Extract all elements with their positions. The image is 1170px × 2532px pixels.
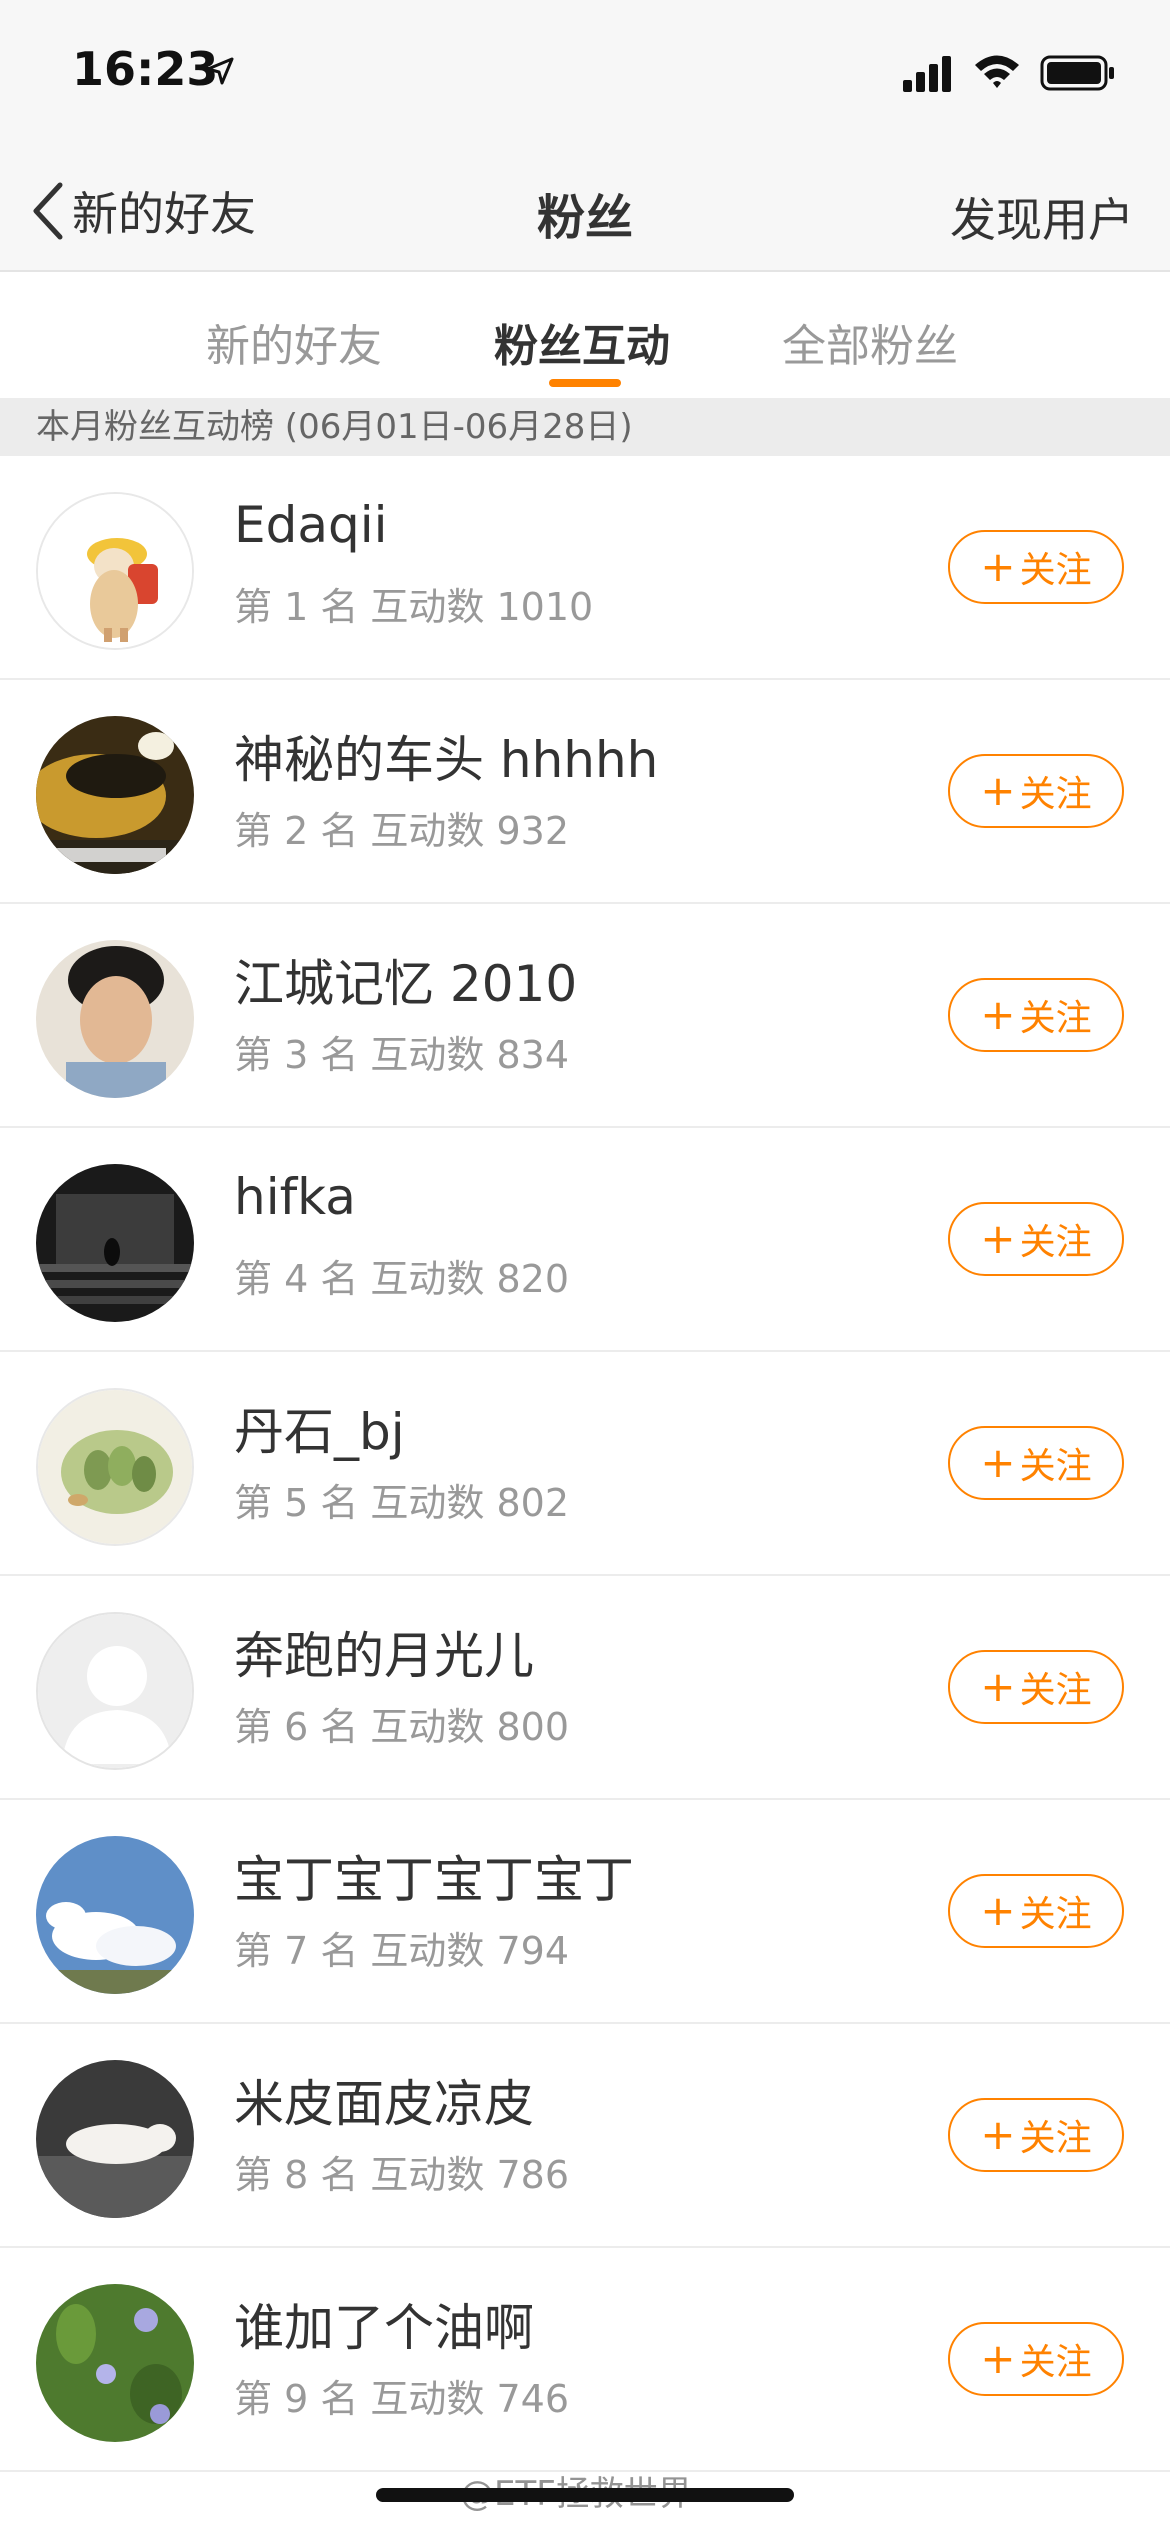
avatar[interactable] [36,2284,194,2442]
plus-icon: + [980,1886,1016,1935]
follow-label: 关注 [1019,1670,1092,1711]
fan-row[interactable]: 谁加了个油啊 第 9 名 互动数 746 + 关注 [0,2248,1170,2472]
avatar[interactable] [36,492,194,650]
follow-button[interactable]: + 关注 [948,2322,1124,2396]
default-user-avatar-icon [38,1614,192,1768]
plus-icon: + [980,1214,1016,1263]
avatar[interactable] [36,716,194,874]
avatar[interactable] [36,1612,194,1770]
fan-rank: 第 6 名 互动数 800 [234,1705,570,1749]
fan-row[interactable]: 奔跑的月光儿 第 6 名 互动数 800 + 关注 [0,1576,1170,1800]
fan-row[interactable]: hifka 第 4 名 互动数 820 + 关注 [0,1128,1170,1352]
fan-name[interactable]: Edaqii [234,496,388,554]
fan-name[interactable]: hifka [234,1168,356,1226]
location-arrow-icon [206,57,234,85]
fan-rank: 第 1 名 互动数 1010 [234,585,594,629]
fan-rank: 第 4 名 互动数 820 [234,1257,570,1301]
follow-label: 关注 [1019,1446,1092,1487]
follow-button[interactable]: + 关注 [948,1202,1124,1276]
avatar[interactable] [36,1836,194,1994]
avatar-portrait-image [36,940,194,1098]
follow-button[interactable]: + 关注 [948,1874,1124,1948]
fan-name[interactable]: 奔跑的月光儿 [234,1616,534,1688]
avatar-cat-image [38,494,192,648]
fan-list: Edaqii 第 1 名 互动数 1010 + 关注 神秘的车头 hhhhh 第… [0,456,1170,2472]
follow-button[interactable]: + 关注 [948,754,1124,828]
fan-row[interactable]: 米皮面皮凉皮 第 8 名 互动数 786 + 关注 [0,2024,1170,2248]
cellular-signal-icon [903,56,951,92]
follow-label: 关注 [1019,2118,1092,2159]
fan-name[interactable]: 神秘的车头 hhhhh [234,720,658,792]
fan-rank: 第 2 名 互动数 932 [234,809,570,853]
plus-icon: + [980,766,1016,815]
follow-button[interactable]: + 关注 [948,1426,1124,1500]
plus-icon: + [980,1438,1016,1487]
fan-rank: 第 8 名 互动数 786 [234,2153,570,2197]
fan-name[interactable]: 丹石_bj [234,1392,405,1464]
fan-rank: 第 5 名 互动数 802 [234,1481,570,1525]
avatar-flowers-image [36,2284,194,2442]
follow-label: 关注 [1019,774,1092,815]
plus-icon: + [980,2334,1016,2383]
fan-row[interactable]: 神秘的车头 hhhhh 第 2 名 互动数 932 + 关注 [0,680,1170,904]
fan-name[interactable]: 宝丁宝丁宝丁宝丁 [234,1840,634,1912]
status-bar: 16:23 [0,0,1170,148]
follow-button[interactable]: + 关注 [948,2098,1124,2172]
follow-button[interactable]: + 关注 [948,1650,1124,1724]
tab-all-fans[interactable]: 全部粉丝 [782,310,958,374]
fan-row[interactable]: 丹石_bj 第 5 名 互动数 802 + 关注 [0,1352,1170,1576]
follow-button[interactable]: + 关注 [948,978,1124,1052]
avatar-sky-image [36,1836,194,1994]
fan-name[interactable]: 米皮面皮凉皮 [234,2064,534,2136]
section-header: 本月粉丝互动榜 (06月01日-06月28日) [0,398,1170,456]
fan-rank: 第 7 名 互动数 794 [234,1929,570,1973]
follow-label: 关注 [1019,550,1092,591]
fan-rank: 第 9 名 互动数 746 [234,2377,570,2421]
tab-fan-interaction[interactable]: 粉丝互动 [494,310,670,374]
follow-label: 关注 [1019,1222,1092,1263]
plus-icon: + [980,542,1016,591]
plus-icon: + [980,2110,1016,2159]
avatar[interactable] [36,1388,194,1546]
follow-label: 关注 [1019,1894,1092,1935]
follow-label: 关注 [1019,998,1092,1039]
follow-button[interactable]: + 关注 [948,530,1124,604]
tab-new-friends[interactable]: 新的好友 [206,310,382,374]
home-indicator [376,2488,794,2502]
follow-label: 关注 [1019,2342,1092,2383]
discover-users-button[interactable]: 发现用户 [950,184,1134,250]
fan-row[interactable]: Edaqii 第 1 名 互动数 1010 + 关注 [0,456,1170,680]
wifi-icon [975,55,1019,88]
avatar-white-dog-image [36,2060,194,2218]
avatar-food-illustration-image [38,1390,192,1544]
fan-rank: 第 3 名 互动数 834 [234,1033,570,1077]
status-time: 16:23 [72,42,219,96]
tab-bar: 新的好友 粉丝互动 全部粉丝 [0,272,1170,396]
avatar[interactable] [36,1164,194,1322]
avatar[interactable] [36,2060,194,2218]
fan-name[interactable]: 江城记忆 2010 [234,944,577,1016]
fan-row[interactable]: 江城记忆 2010 第 3 名 互动数 834 + 关注 [0,904,1170,1128]
active-tab-indicator [549,379,621,387]
plus-icon: + [980,1662,1016,1711]
battery-icon [1040,55,1114,91]
avatar-bee-image [36,716,194,874]
fan-row[interactable]: 宝丁宝丁宝丁宝丁 第 7 名 互动数 794 + 关注 [0,1800,1170,2024]
plus-icon: + [980,990,1016,1039]
avatar-dark-stairs-image [36,1164,194,1322]
navigation-bar: 新的好友 粉丝 发现用户 [0,148,1170,272]
avatar[interactable] [36,940,194,1098]
fan-name[interactable]: 谁加了个油啊 [234,2288,534,2360]
